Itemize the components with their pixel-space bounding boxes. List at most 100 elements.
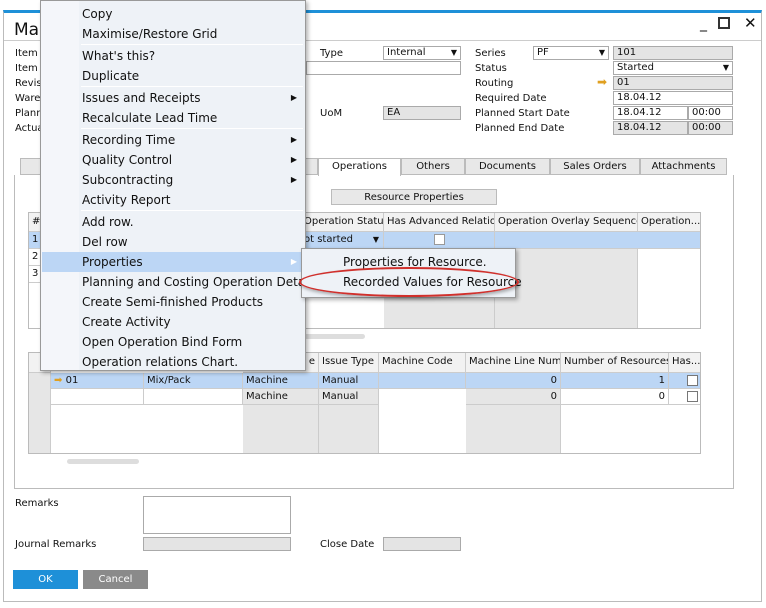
has-checkbox[interactable] bbox=[687, 374, 698, 386]
resource-code-cell[interactable] bbox=[51, 389, 144, 405]
subtab-resource-properties[interactable]: Resource Properties bbox=[331, 189, 497, 205]
menu-item-duplicate[interactable]: Duplicate bbox=[42, 66, 305, 86]
planned-start-time-field[interactable]: 00:00 bbox=[688, 106, 733, 120]
menu-item-del-row[interactable]: Del row bbox=[42, 232, 305, 252]
horizontal-scrollbar[interactable] bbox=[67, 459, 139, 464]
menu-item-properties[interactable]: Properties ▶ bbox=[42, 252, 305, 272]
journal-remarks-field bbox=[143, 537, 291, 551]
series-select[interactable]: PF bbox=[533, 46, 609, 60]
machine-line-num-cell[interactable]: 0 bbox=[466, 389, 561, 405]
menu-item-create-activity[interactable]: Create Activity bbox=[42, 312, 305, 332]
number-of-resources-cell[interactable]: 1 bbox=[561, 373, 669, 389]
menu-item-maximise-restore-grid[interactable]: Maximise/Restore Grid bbox=[42, 24, 305, 44]
close-icon[interactable]: ✕ bbox=[744, 14, 757, 32]
chevron-down-icon: ▼ bbox=[372, 235, 379, 244]
routing-field: 01 bbox=[613, 76, 733, 90]
menu-item-label: Quality Control bbox=[82, 153, 173, 167]
row-selector-column bbox=[29, 373, 51, 453]
tab-sales-orders[interactable]: Sales Orders bbox=[550, 158, 640, 175]
link-arrow-icon[interactable]: ➡ bbox=[597, 75, 607, 89]
has-cell bbox=[669, 373, 700, 389]
menu-item-activity-report[interactable]: Activity Report bbox=[42, 190, 305, 210]
uom-label: UoM bbox=[320, 108, 343, 119]
issue-type-cell[interactable]: Manual bbox=[319, 373, 379, 389]
item-description-field[interactable] bbox=[306, 61, 461, 75]
status-label: Status bbox=[475, 63, 507, 74]
link-arrow-icon[interactable]: ➡ bbox=[54, 375, 62, 386]
menu-item-operation-relations-chart[interactable]: Operation relations Chart. bbox=[42, 352, 305, 370]
machine-code-cell[interactable] bbox=[379, 373, 466, 389]
item-desc-label: Item bbox=[15, 63, 38, 74]
type-value: Internal bbox=[387, 47, 426, 58]
tab-documents[interactable]: Documents bbox=[465, 158, 550, 175]
submenu-arrow-icon: ▶ bbox=[290, 257, 297, 266]
operation-status-select[interactable]: ot started ▼ bbox=[301, 232, 384, 249]
minimize-icon[interactable]: _ bbox=[700, 16, 707, 32]
menu-item-planning-costing-details[interactable]: Planning and Costing Operation Details bbox=[42, 272, 318, 292]
planned-start-date-field[interactable]: 18.04.12 bbox=[613, 106, 688, 120]
menu-item-recording-time[interactable]: Recording Time ▶ bbox=[42, 130, 305, 150]
remarks-field[interactable] bbox=[143, 496, 291, 534]
resource-name-cell[interactable] bbox=[144, 389, 243, 405]
series-number-field: 101 bbox=[613, 46, 733, 60]
issue-type-cell[interactable]: Manual bbox=[319, 389, 379, 405]
resource-type-cell[interactable]: Machine bbox=[243, 373, 319, 389]
planned-end-label: Planned End Date bbox=[475, 123, 565, 134]
col-header-issue-type[interactable]: Issue Type bbox=[319, 353, 379, 373]
submenu-arrow-icon: ▶ bbox=[290, 135, 297, 144]
operation-status-value: ot started bbox=[304, 234, 354, 245]
ok-button[interactable]: OK bbox=[13, 570, 78, 589]
resource-code-cell[interactable]: ➡ 01 bbox=[51, 373, 144, 389]
col-header-has[interactable]: Has... bbox=[669, 353, 700, 373]
menu-item-create-semi-finished[interactable]: Create Semi-finished Products bbox=[42, 292, 305, 312]
planned-start-label: Planned Start Date bbox=[475, 108, 570, 119]
has-cell bbox=[669, 389, 700, 405]
col-header-overlay-sequence[interactable]: Operation Overlay Sequence bbox=[495, 213, 638, 232]
submenu-arrow-icon: ▶ bbox=[290, 175, 297, 184]
menu-separator bbox=[81, 86, 303, 87]
planned-label: Plann bbox=[15, 108, 43, 119]
type-label: Type bbox=[320, 48, 343, 59]
menu-item-recalculate-lead-time[interactable]: Recalculate Lead Time bbox=[42, 108, 305, 128]
col-header-machine-code[interactable]: Machine Code bbox=[379, 353, 466, 373]
col-header-advanced-relation[interactable]: Has Advanced Relation bbox=[384, 213, 495, 232]
highlight-ring bbox=[299, 267, 519, 297]
resource-name-cell[interactable]: Mix/Pack bbox=[144, 373, 243, 389]
col-header-operation-status[interactable]: Operation Status bbox=[301, 213, 384, 232]
col-header-machine-line-num[interactable]: Machine Line Num bbox=[466, 353, 561, 373]
menu-item-issues-and-receipts[interactable]: Issues and Receipts ▶ bbox=[42, 88, 305, 108]
tab-attachments[interactable]: Attachments bbox=[640, 158, 727, 175]
type-select[interactable]: Internal bbox=[383, 46, 461, 60]
menu-item-copy[interactable]: Copy bbox=[42, 4, 305, 24]
submenu-arrow-icon: ▶ bbox=[290, 93, 297, 102]
menu-item-whats-this[interactable]: What's this? bbox=[42, 46, 305, 66]
tab-operations[interactable]: Operations bbox=[318, 158, 401, 176]
remarks-label: Remarks bbox=[15, 498, 59, 509]
menu-item-open-operation-bind-form[interactable]: Open Operation Bind Form bbox=[42, 332, 305, 352]
maximize-icon[interactable] bbox=[718, 17, 730, 29]
col-header-number-of-resources[interactable]: Number of Resources bbox=[561, 353, 669, 373]
status-select[interactable]: Started bbox=[613, 61, 733, 75]
context-menu: Copy Maximise/Restore Grid What's this? … bbox=[40, 0, 318, 371]
status-value: Started bbox=[617, 62, 654, 73]
required-date-field[interactable]: 18.04.12 bbox=[613, 91, 733, 105]
planned-end-date-field: 18.04.12 bbox=[613, 121, 688, 135]
routing-label: Routing bbox=[475, 78, 514, 89]
has-checkbox[interactable] bbox=[687, 390, 698, 402]
planned-end-time-field: 00:00 bbox=[688, 121, 733, 135]
machine-line-num-cell[interactable]: 0 bbox=[466, 373, 561, 389]
number-of-resources-cell[interactable]: 0 bbox=[561, 389, 669, 405]
tab-others[interactable]: Others bbox=[401, 158, 465, 175]
advanced-relation-cell bbox=[384, 232, 495, 249]
menu-item-quality-control[interactable]: Quality Control ▶ bbox=[42, 150, 305, 170]
resource-type-cell[interactable]: Machine bbox=[243, 389, 319, 405]
cancel-button[interactable]: Cancel bbox=[83, 570, 148, 589]
menu-item-add-row[interactable]: Add row. bbox=[42, 212, 305, 232]
menu-item-subcontracting[interactable]: Subcontracting ▶ bbox=[42, 170, 305, 190]
col-header-operation-more[interactable]: Operation... bbox=[638, 213, 700, 232]
series-label: Series bbox=[475, 48, 506, 59]
menu-item-label: Recording Time bbox=[82, 133, 176, 147]
menu-item-label: Subcontracting bbox=[82, 173, 174, 187]
uom-field: EA bbox=[383, 106, 461, 120]
advanced-relation-checkbox[interactable] bbox=[433, 233, 445, 245]
